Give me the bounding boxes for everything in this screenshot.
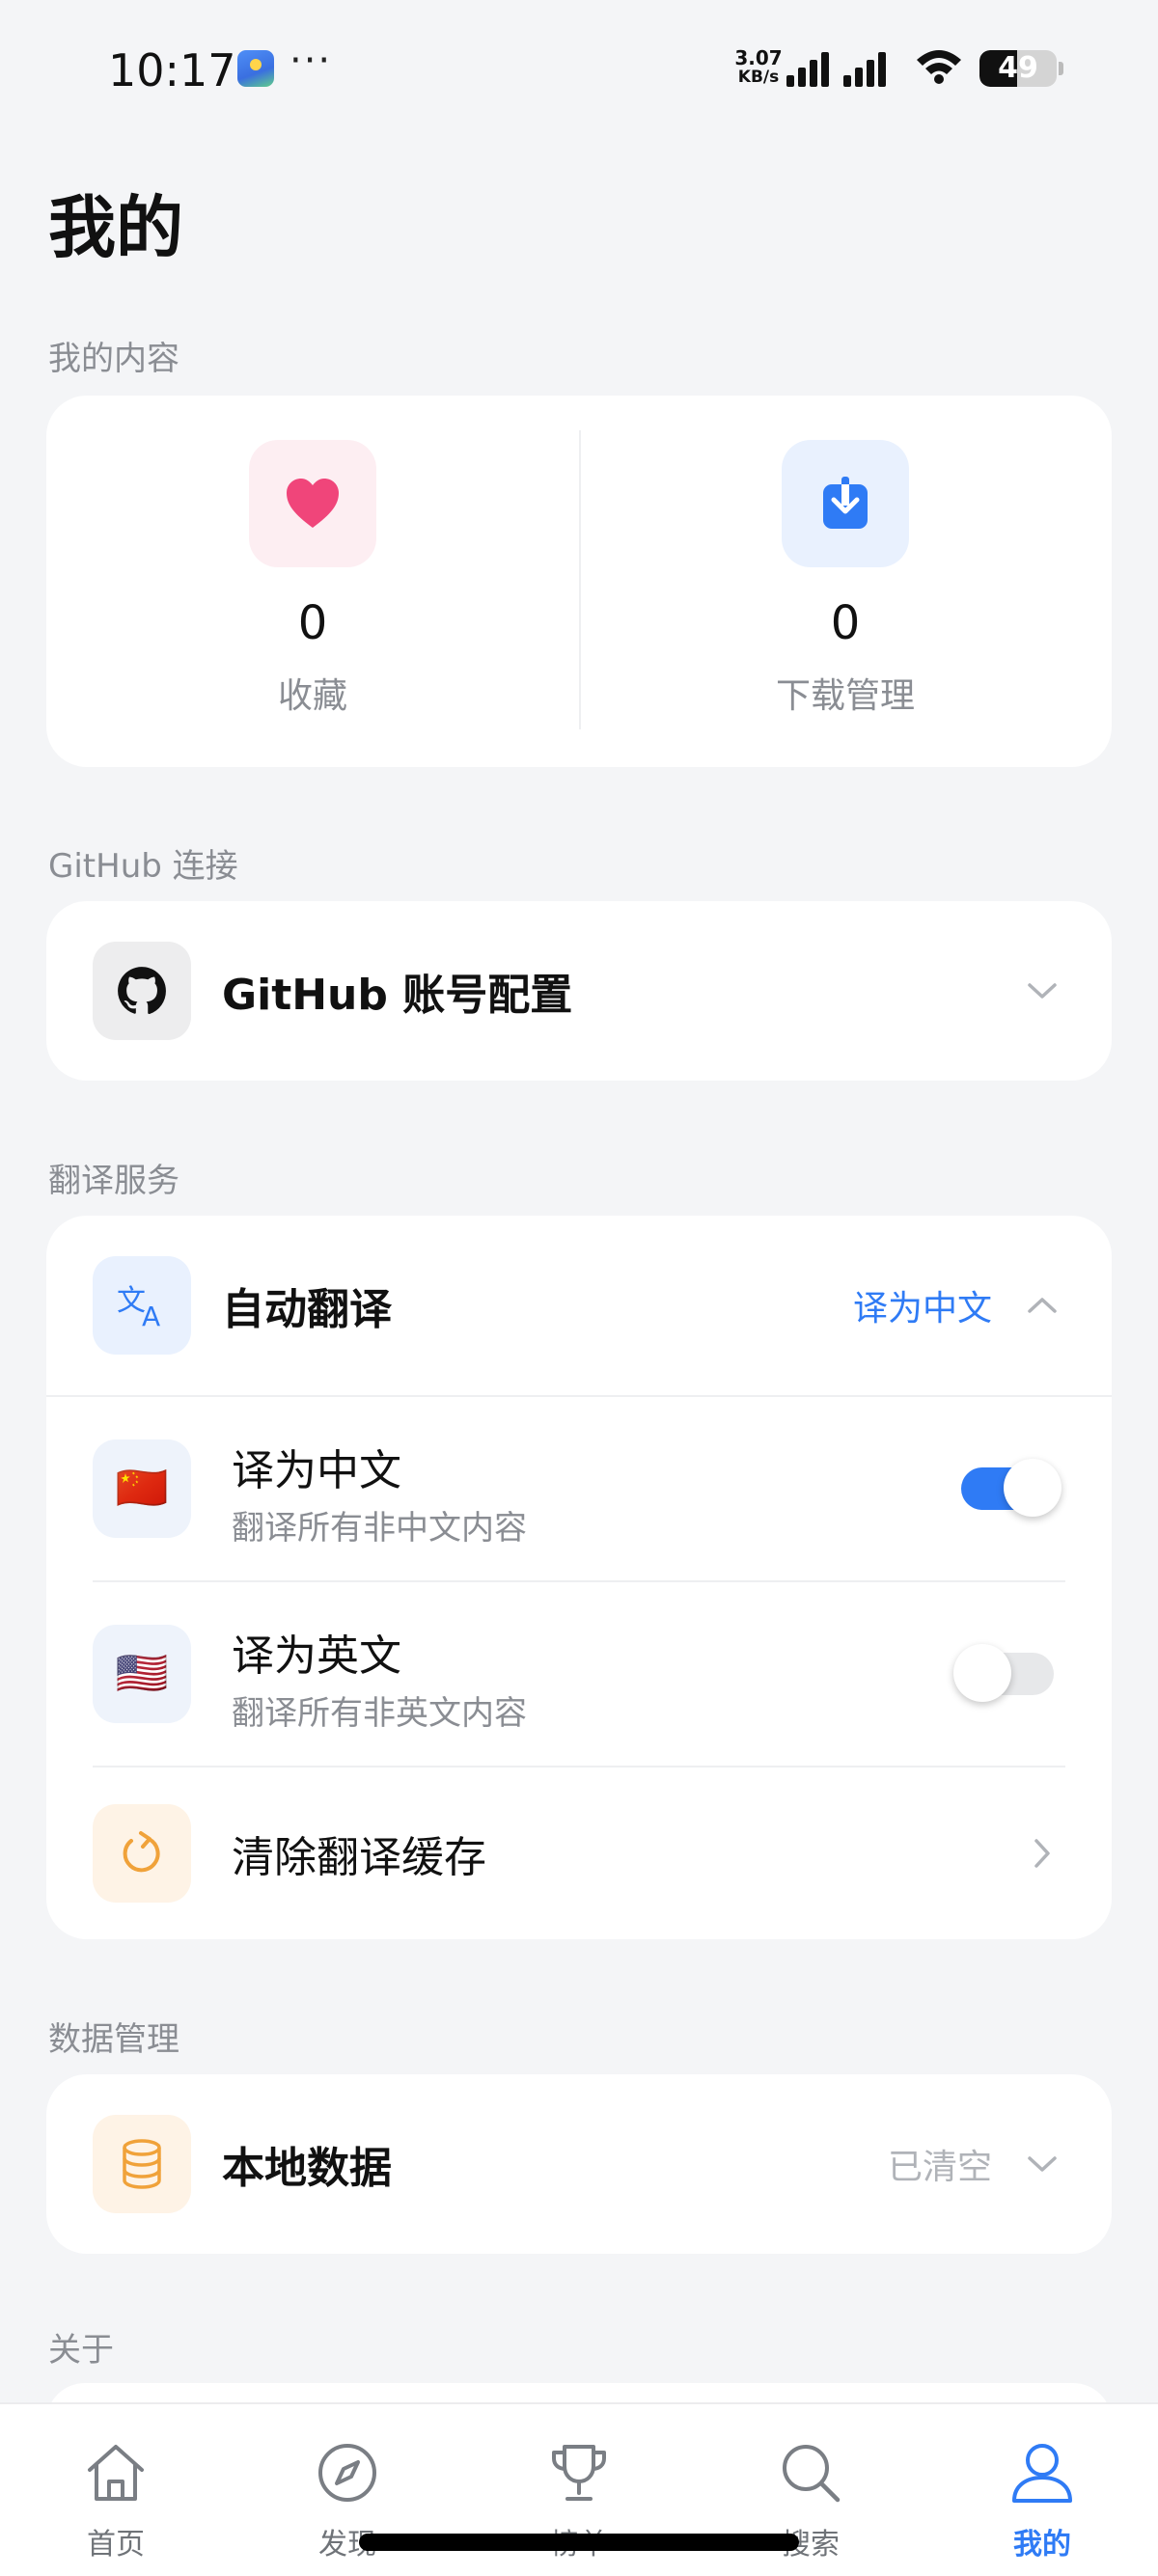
svg-text:A: A <box>142 1301 160 1329</box>
github-icon-box <box>93 942 191 1040</box>
nav-item-profile[interactable]: 我的 <box>946 2404 1139 2576</box>
refresh-icon <box>123 1831 160 1873</box>
translate-to-chinese-toggle[interactable] <box>961 1459 1062 1517</box>
favorites-label: 收藏 <box>277 676 347 716</box>
github-account-config-label: GitHub 账号配置 <box>222 971 573 1020</box>
toggle-knob <box>1004 1459 1062 1517</box>
favorites-icon-box <box>249 440 376 567</box>
translate-to-chinese-row[interactable]: 🇨🇳 译为中文 翻译所有非中文内容 <box>46 1397 1112 1580</box>
local-data-row[interactable]: 本地数据 已清空 <box>46 2074 1112 2254</box>
my-content-card: 0 收藏 0 下载管理 <box>46 396 1112 767</box>
section-label-data-management: 数据管理 <box>48 2020 179 2059</box>
local-data-status: 已清空 <box>887 2148 992 2187</box>
more-notifications-icon: ··· <box>290 39 333 83</box>
refresh-icon-box <box>93 1804 191 1903</box>
network-speed-value: 3.07 <box>734 46 783 69</box>
github-icon <box>118 967 166 1015</box>
github-card: GitHub 账号配置 <box>46 901 1112 1081</box>
database-icon <box>123 2139 161 2189</box>
translation-card: 文 A 自动翻译 译为中文 🇨🇳 译为中文 翻译所有非中文内容 🇺🇸 译为英文 … <box>46 1216 1112 1939</box>
chevron-down-icon <box>1023 2145 1062 2183</box>
downloads-count: 0 <box>830 596 861 650</box>
search-icon <box>783 2445 841 2503</box>
battery-tip <box>1059 62 1063 75</box>
section-label-github: GitHub 连接 <box>48 847 238 886</box>
favorites-stat[interactable]: 0 收藏 <box>46 396 579 767</box>
clear-translation-cache-label: 清除翻译缓存 <box>232 1833 486 1882</box>
translate-to-chinese-label: 译为中文 <box>232 1446 401 1495</box>
nav-label-profile: 我的 <box>1013 2528 1071 2562</box>
translate-to-english-toggle[interactable] <box>953 1644 1054 1702</box>
auto-translate-label: 自动翻译 <box>222 1285 392 1334</box>
us-flag-icon-box: 🇺🇸 <box>93 1625 191 1723</box>
battery-level: 49 <box>998 51 1038 85</box>
chevron-down-icon <box>1023 972 1062 1010</box>
china-flag-icon: 🇨🇳 <box>115 1464 169 1513</box>
app-notification-icon <box>237 50 274 87</box>
page-title: 我的 <box>48 188 183 267</box>
auto-translate-value: 译为中文 <box>852 1289 992 1329</box>
downloads-icon-box <box>782 440 909 567</box>
cellular-signal-2-icon <box>843 50 886 87</box>
local-data-label: 本地数据 <box>222 2144 392 2193</box>
translate-icon-box: 文 A <box>93 1256 191 1355</box>
clear-translation-cache-row[interactable]: 清除翻译缓存 <box>46 1768 1112 1939</box>
cellular-signal-icon <box>786 50 829 87</box>
network-speed: 3.07 KB/s <box>733 48 784 87</box>
downloads-label: 下载管理 <box>775 676 915 716</box>
wifi-icon <box>917 50 961 84</box>
translate-icon: 文 A <box>117 1284 160 1329</box>
nav-label-home: 首页 <box>87 2528 145 2562</box>
favorites-count: 0 <box>297 596 328 650</box>
network-speed-unit: KB/s <box>737 68 780 87</box>
github-account-config-row[interactable]: GitHub 账号配置 <box>46 901 1112 1081</box>
data-management-card: 本地数据 已清空 <box>46 2074 1112 2254</box>
download-icon <box>823 477 868 529</box>
translate-to-english-label: 译为英文 <box>232 1631 401 1681</box>
auto-translate-row[interactable]: 文 A 自动翻译 译为中文 <box>46 1216 1112 1395</box>
section-label-translation: 翻译服务 <box>48 1162 179 1200</box>
translate-to-english-description: 翻译所有非英文内容 <box>232 1694 527 1733</box>
database-icon-box <box>93 2115 191 2213</box>
nav-item-home[interactable]: 首页 <box>19 2404 212 2576</box>
home-indicator <box>359 2534 799 2551</box>
us-flag-icon: 🇺🇸 <box>115 1649 169 1698</box>
china-flag-icon-box: 🇨🇳 <box>93 1439 191 1538</box>
translate-to-chinese-description: 翻译所有非中文内容 <box>232 1509 527 1548</box>
heart-icon <box>287 479 339 528</box>
chevron-up-icon <box>1023 1286 1062 1325</box>
compass-icon <box>318 2444 376 2502</box>
toggle-knob <box>953 1644 1011 1702</box>
section-label-my-content: 我的内容 <box>48 340 179 378</box>
downloads-stat[interactable]: 0 下载管理 <box>579 396 1112 767</box>
translate-to-english-row[interactable]: 🇺🇸 译为英文 翻译所有非英文内容 <box>46 1582 1112 1766</box>
battery-icon: 49 <box>979 50 1057 87</box>
home-icon <box>88 2445 144 2501</box>
section-label-about: 关于 <box>48 2331 114 2370</box>
status-time: 10:17 <box>108 44 236 96</box>
user-icon <box>1012 2444 1072 2503</box>
trophy-icon <box>552 2445 606 2501</box>
chevron-right-icon <box>1023 1834 1062 1873</box>
status-bar: 10:17 ··· 3.07 KB/s 49 <box>0 0 1158 145</box>
